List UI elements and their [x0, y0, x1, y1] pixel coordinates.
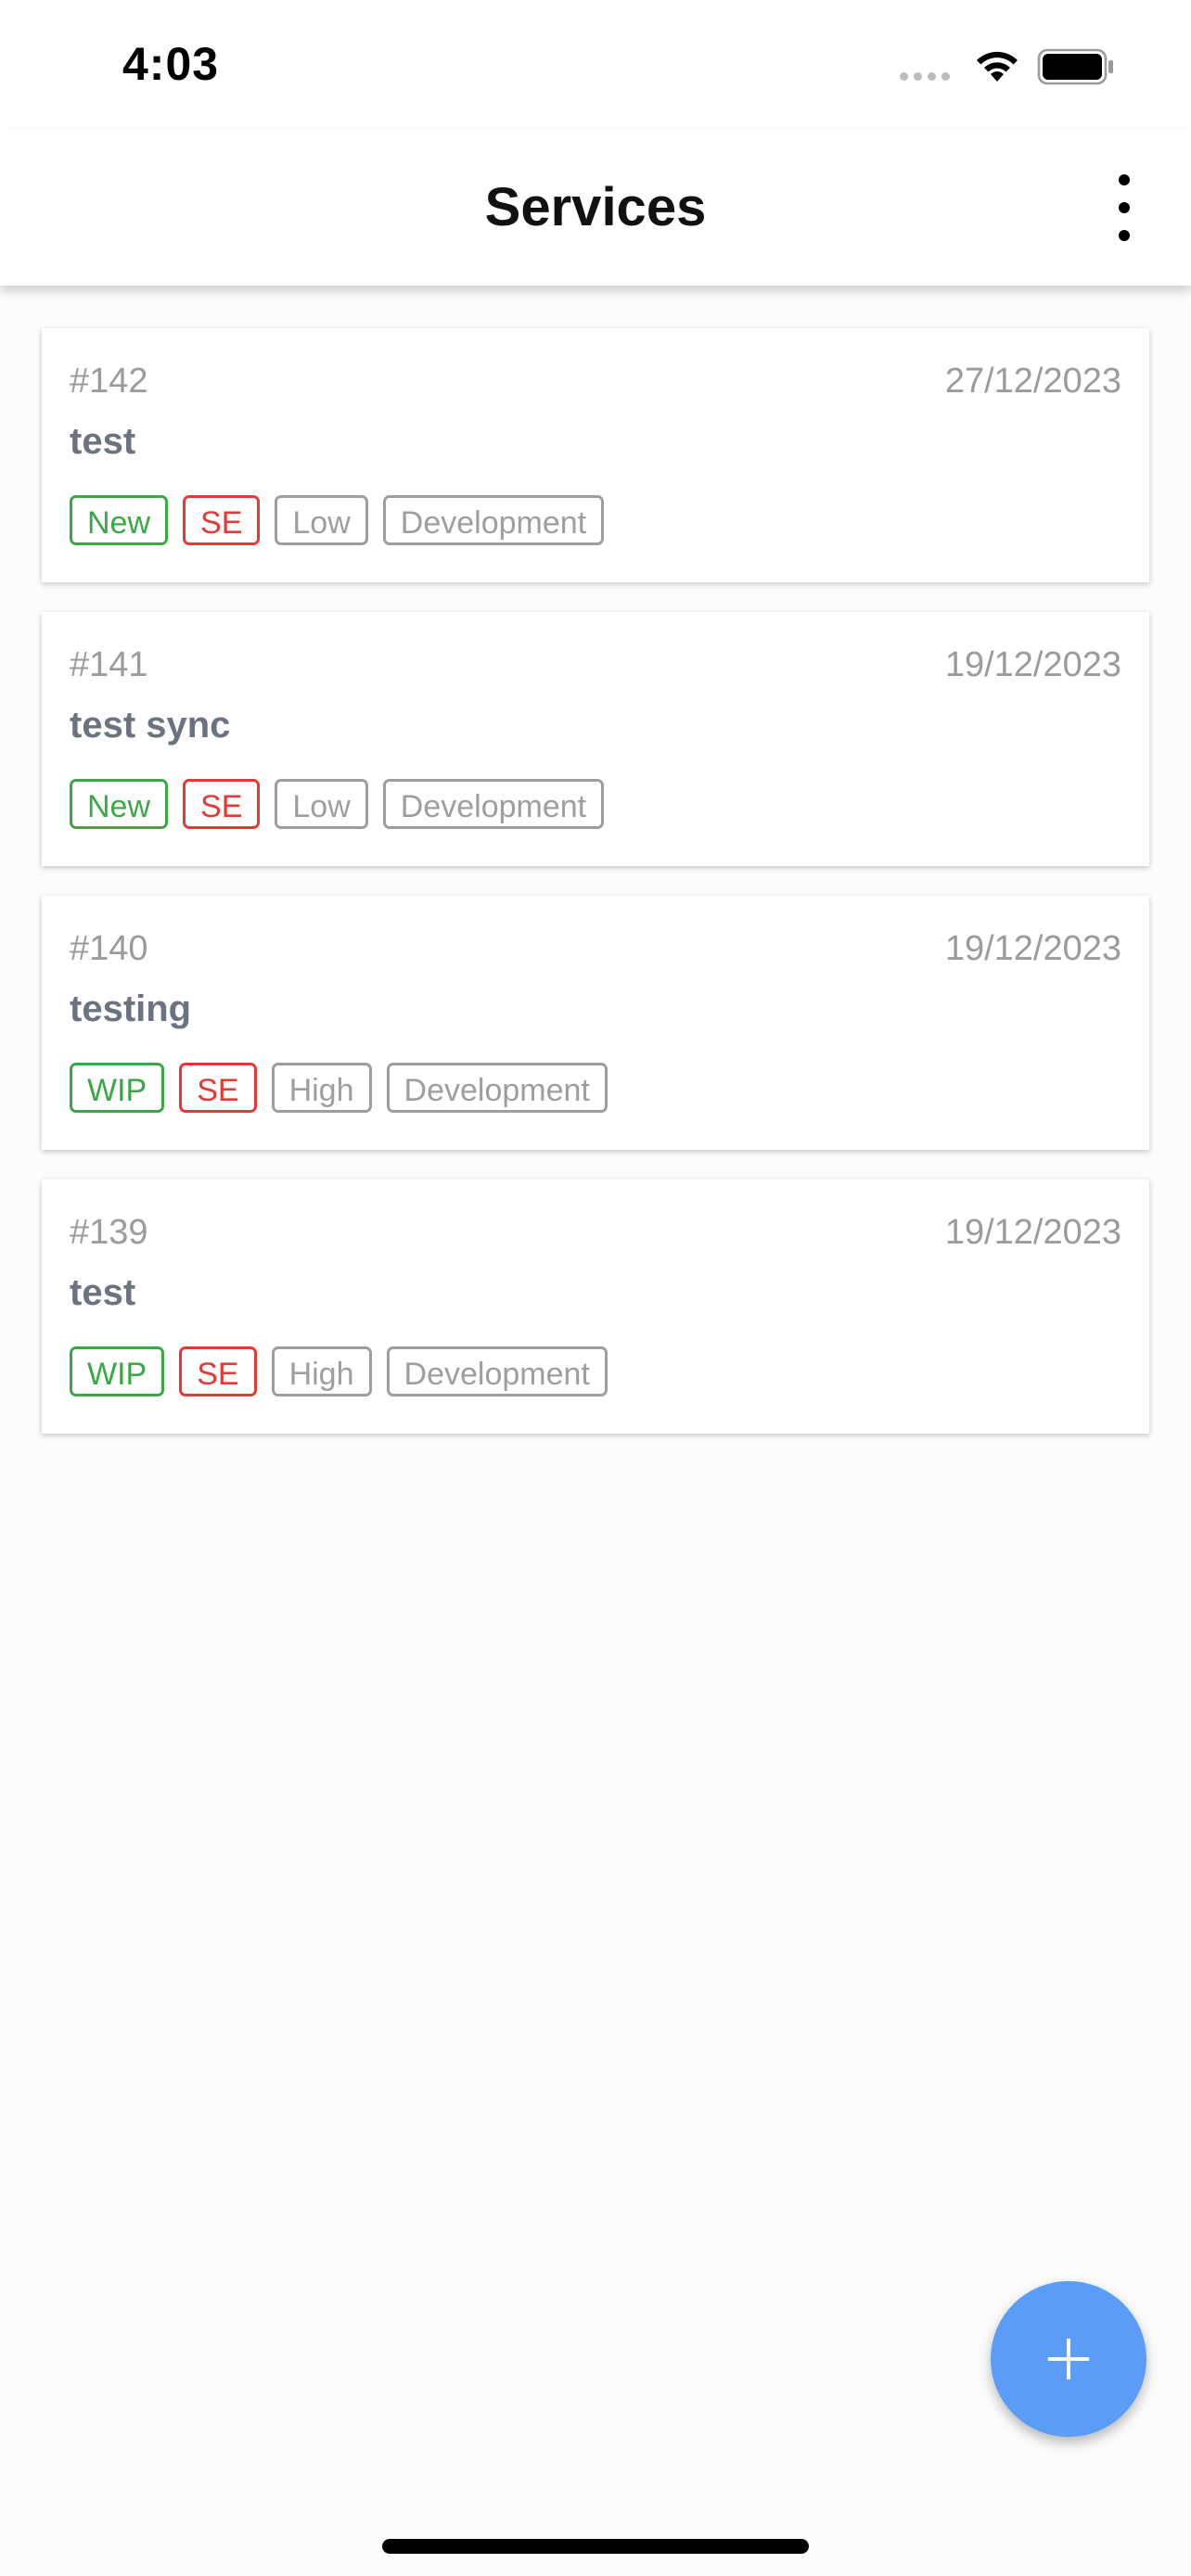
- priority-badge: Low: [275, 495, 368, 545]
- more-vertical-icon[interactable]: [1100, 174, 1148, 241]
- category-badge: Development: [386, 1346, 608, 1396]
- service-tags: New SE Low Development: [70, 495, 605, 545]
- service-id: #139: [70, 1213, 148, 1252]
- category-badge: Development: [382, 495, 605, 545]
- priority-badge: Low: [275, 779, 368, 829]
- service-date: 19/12/2023: [944, 1213, 1121, 1252]
- service-title: test sync: [70, 705, 231, 746]
- plus-icon: [1048, 2339, 1089, 2379]
- service-card[interactable]: #141 19/12/2023 test sync New SE Low Dev…: [42, 612, 1149, 866]
- service-id: #142: [70, 362, 148, 401]
- cellular-signal-icon: [900, 72, 950, 81]
- priority-badge: High: [271, 1346, 372, 1396]
- battery-icon: [1037, 48, 1113, 85]
- service-tags: WIP SE High Development: [70, 1346, 608, 1396]
- home-indicator: [382, 2539, 809, 2554]
- type-badge: SE: [179, 1063, 257, 1113]
- category-badge: Development: [386, 1063, 608, 1113]
- status-badge: New: [70, 779, 169, 829]
- category-badge: Development: [382, 779, 605, 829]
- service-card[interactable]: #140 19/12/2023 testing WIP SE High Deve…: [42, 896, 1149, 1150]
- page-title: Services: [484, 177, 707, 237]
- wifi-icon: [977, 51, 1018, 82]
- type-badge: SE: [183, 779, 261, 829]
- status-bar: 4:03: [0, 0, 1191, 130]
- status-time: 4:03: [122, 38, 220, 90]
- app-bar: Services: [0, 130, 1191, 286]
- services-screen: 4:03 Services #142 27/12/2023 test New S…: [0, 0, 1191, 2576]
- service-date: 19/12/2023: [944, 645, 1121, 684]
- service-title: test: [70, 421, 136, 462]
- service-date: 27/12/2023: [944, 362, 1121, 401]
- service-tags: New SE Low Development: [70, 779, 605, 829]
- service-title: test: [70, 1272, 136, 1313]
- priority-badge: High: [271, 1063, 372, 1113]
- add-service-button[interactable]: [991, 2281, 1146, 2437]
- service-id: #140: [70, 929, 148, 968]
- service-card[interactable]: #142 27/12/2023 test New SE Low Developm…: [42, 328, 1149, 582]
- status-badge: WIP: [70, 1346, 165, 1396]
- service-title: testing: [70, 988, 192, 1029]
- type-badge: SE: [183, 495, 261, 545]
- service-id: #141: [70, 645, 148, 684]
- status-badge: New: [70, 495, 169, 545]
- service-tags: WIP SE High Development: [70, 1063, 608, 1113]
- service-card[interactable]: #139 19/12/2023 test WIP SE High Develop…: [42, 1180, 1149, 1434]
- status-badge: WIP: [70, 1063, 165, 1113]
- service-date: 19/12/2023: [944, 929, 1121, 968]
- type-badge: SE: [179, 1346, 257, 1396]
- services-list: #142 27/12/2023 test New SE Low Developm…: [42, 328, 1149, 1463]
